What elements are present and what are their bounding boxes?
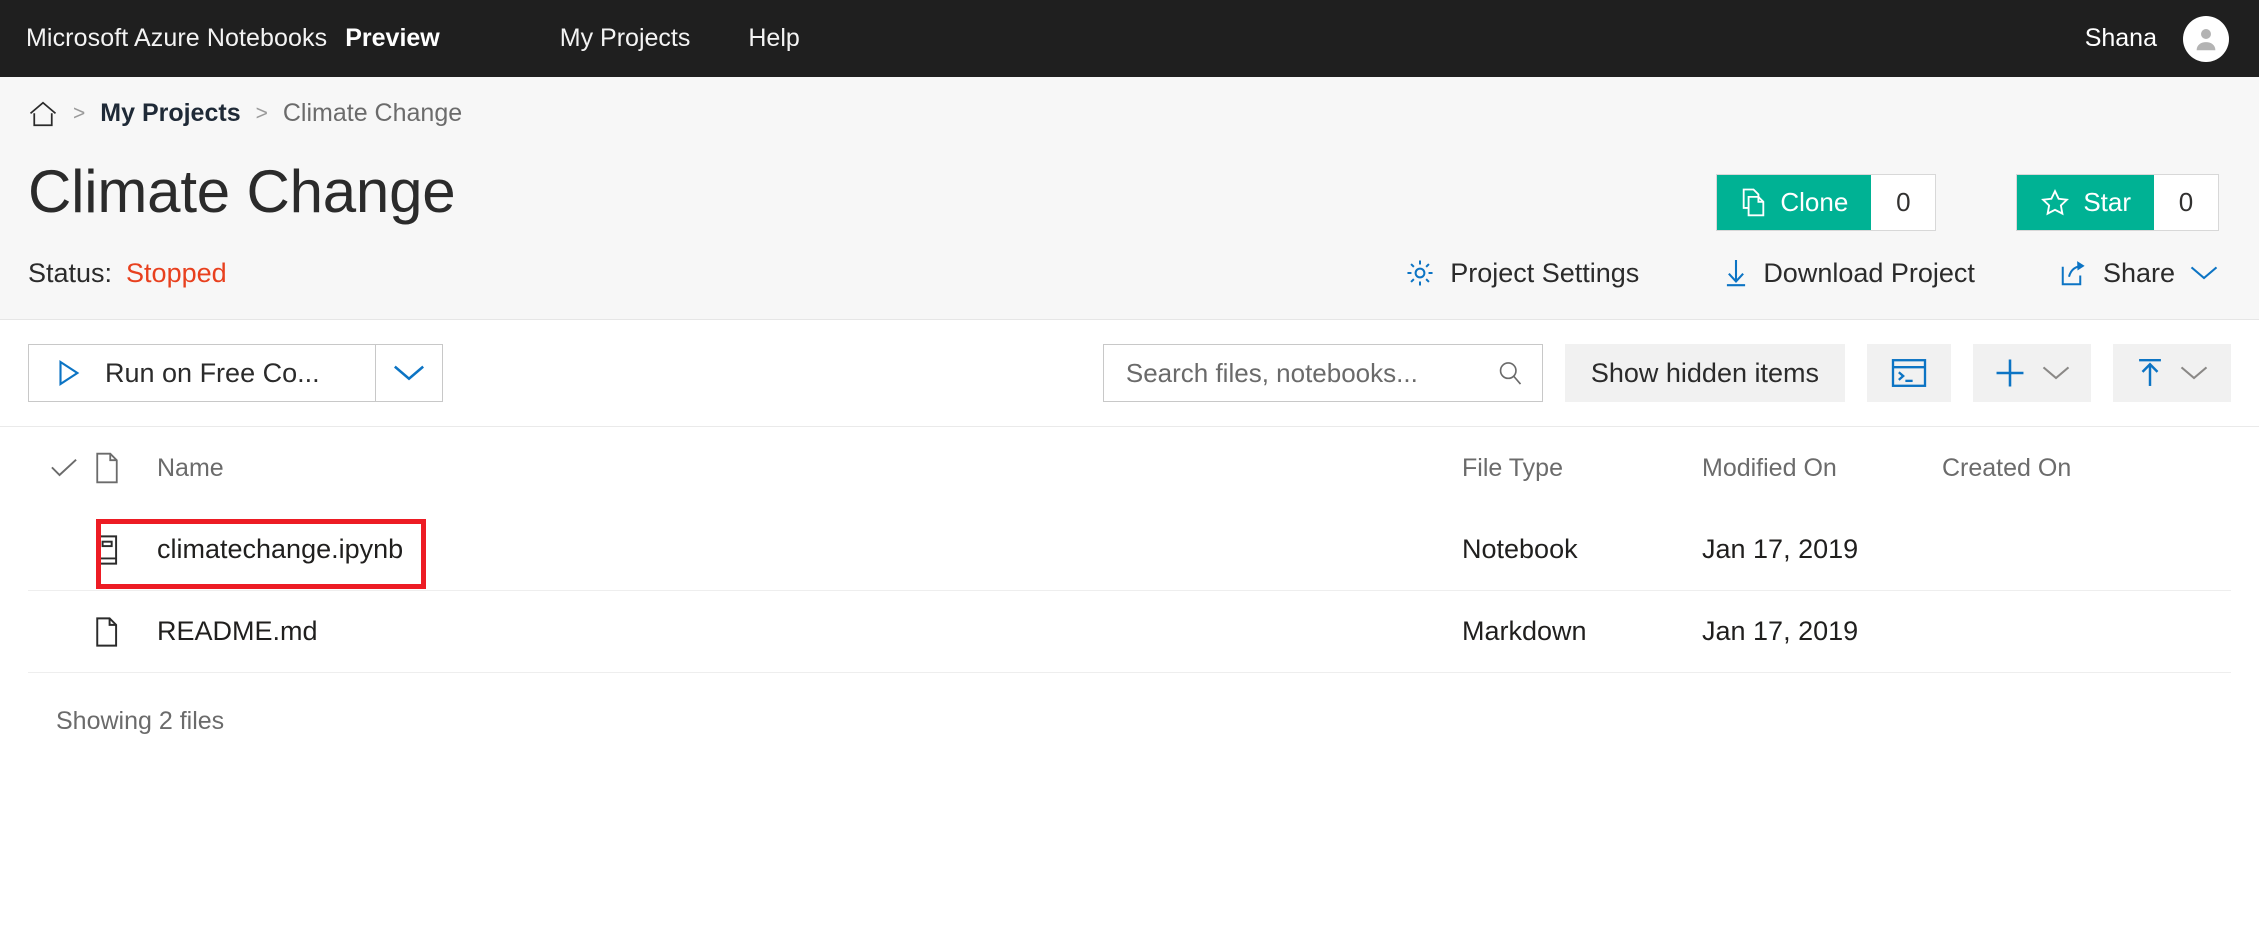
user-name-label: Shana [2085, 24, 2157, 53]
breadcrumb-separator-2: > [256, 102, 268, 126]
row-file-icon [94, 534, 152, 566]
clone-count[interactable]: 0 [1871, 175, 1935, 230]
upload-icon [2135, 356, 2165, 390]
breadcrumb-item-my-projects[interactable]: My Projects [100, 99, 240, 128]
search-icon[interactable] [1496, 359, 1524, 387]
chevron-down-icon [392, 363, 426, 383]
row-file-type: Markdown [1462, 616, 1702, 647]
terminal-icon [1890, 357, 1928, 389]
search-input[interactable] [1124, 357, 1496, 390]
star-button-group: Star 0 [2016, 174, 2219, 231]
table-row[interactable]: climatechange.ipynb Notebook Jan 17, 201… [28, 509, 2231, 591]
play-icon [53, 358, 83, 388]
home-icon [28, 100, 58, 128]
file-count-note: Showing 2 files [28, 673, 2231, 736]
nav-item-help[interactable]: Help [748, 24, 799, 53]
star-count[interactable]: 0 [2154, 175, 2218, 230]
nav-user-area[interactable]: Shana [2085, 16, 2259, 62]
search-box[interactable] [1103, 344, 1543, 402]
file-icon [94, 616, 120, 648]
home-breadcrumb-link[interactable] [28, 100, 58, 128]
row-name-cell[interactable]: README.md [152, 616, 1462, 647]
chevron-down-icon [2041, 364, 2071, 382]
file-name-link[interactable]: climatechange.ipynb [157, 534, 403, 565]
person-icon [2191, 24, 2221, 54]
download-project-link[interactable]: Download Project [1723, 257, 1975, 289]
file-type-column-icon [94, 452, 152, 484]
avatar[interactable] [2183, 16, 2229, 62]
run-on-free-compute-button[interactable]: Run on Free Co... [29, 345, 375, 401]
new-item-button[interactable] [1973, 344, 2091, 402]
project-header: > My Projects > Climate Change Climate C… [0, 77, 2259, 320]
checkmark-icon [50, 457, 78, 479]
title-actions: Clone 0 Star 0 [1716, 160, 2219, 231]
share-icon [2059, 258, 2089, 288]
column-header-file-type[interactable]: File Type [1462, 454, 1702, 483]
page-title: Climate Change [28, 160, 455, 223]
copy-icon [1740, 188, 1767, 218]
row-name-cell[interactable]: climatechange.ipynb [152, 534, 1462, 565]
clone-button-group: Clone 0 [1716, 174, 1936, 231]
notebook-icon [94, 534, 120, 566]
run-button-label: Run on Free Co... [105, 358, 320, 389]
share-link[interactable]: Share [2059, 258, 2219, 289]
clone-button[interactable]: Clone [1717, 175, 1871, 230]
file-name-link[interactable]: README.md [157, 616, 318, 647]
nav-item-my-projects[interactable]: My Projects [560, 24, 691, 53]
file-list: Name File Type Modified On Created On cl… [0, 427, 2259, 736]
table-row[interactable]: README.md Markdown Jan 17, 2019 [28, 591, 2231, 673]
preview-badge: Preview [345, 24, 440, 53]
row-file-icon [94, 616, 152, 648]
row-modified-on: Jan 17, 2019 [1702, 534, 1942, 565]
column-header-modified-on[interactable]: Modified On [1702, 454, 1942, 483]
row-file-type: Notebook [1462, 534, 1702, 565]
download-project-label: Download Project [1763, 258, 1975, 289]
file-toolbar: Run on Free Co... Show hidden items [0, 320, 2259, 427]
column-header-created-on[interactable]: Created On [1942, 454, 2231, 483]
breadcrumb-item-climate-change: Climate Change [283, 99, 462, 128]
row-modified-on: Jan 17, 2019 [1702, 616, 1942, 647]
toolbar-right-group: Show hidden items [1103, 344, 2231, 402]
run-button-group: Run on Free Co... [28, 344, 443, 402]
top-navigation-bar: Microsoft Azure Notebooks Preview My Pro… [0, 0, 2259, 77]
chevron-down-icon [2189, 264, 2219, 282]
file-icon [94, 452, 120, 484]
nav-links: My Projects Help [560, 24, 800, 53]
project-settings-link[interactable]: Project Settings [1404, 257, 1639, 289]
open-terminal-button[interactable] [1867, 344, 1951, 402]
title-row: Climate Change Clone 0 [0, 146, 2259, 231]
plus-icon [1993, 356, 2027, 390]
upload-button[interactable] [2113, 344, 2231, 402]
star-icon [2040, 188, 2070, 218]
breadcrumb: > My Projects > Climate Change [0, 77, 2259, 146]
project-settings-label: Project Settings [1450, 258, 1639, 289]
star-button-label: Star [2083, 187, 2131, 218]
brand-title[interactable]: Microsoft Azure Notebooks [26, 24, 327, 53]
breadcrumb-separator-1: > [73, 102, 85, 126]
status-label: Status: [28, 258, 112, 289]
show-hidden-items-button[interactable]: Show hidden items [1565, 344, 1845, 402]
star-button[interactable]: Star [2017, 175, 2154, 230]
run-options-dropdown[interactable] [375, 345, 442, 401]
clone-button-label: Clone [1780, 187, 1848, 218]
select-all-checkbox[interactable] [28, 457, 94, 479]
file-list-header: Name File Type Modified On Created On [28, 427, 2231, 509]
project-action-links: Project Settings Download Project Share [1404, 257, 2219, 289]
column-header-name[interactable]: Name [152, 454, 1462, 483]
status-row: Status: Stopped Project Settings Dow [0, 231, 2259, 319]
status-badge: Stopped [126, 258, 227, 289]
download-arrow-icon [1723, 257, 1749, 289]
share-label: Share [2103, 258, 2175, 289]
gear-icon [1404, 257, 1436, 289]
chevron-down-icon [2179, 364, 2209, 382]
